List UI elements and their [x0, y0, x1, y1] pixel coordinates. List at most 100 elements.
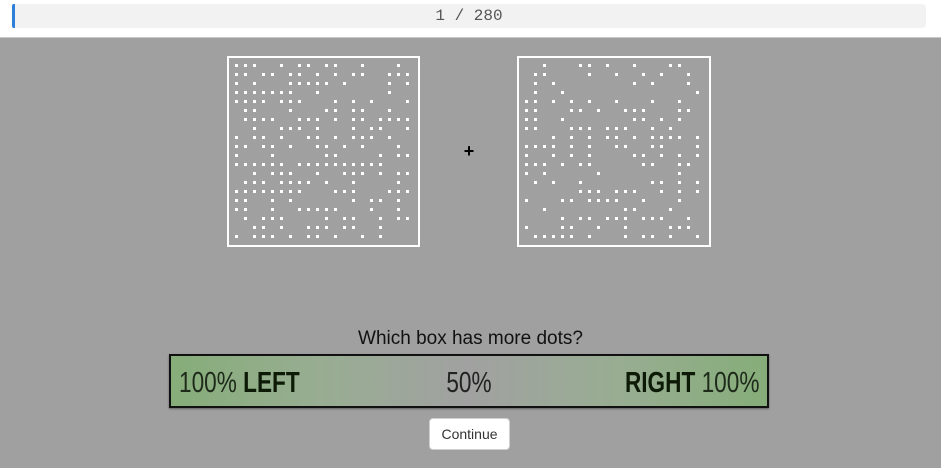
left-box-dot: [406, 154, 409, 157]
left-box-dot: [262, 226, 265, 229]
left-box-dot: [262, 217, 265, 220]
left-box-dot: [406, 118, 409, 121]
left-box-dot: [289, 109, 292, 112]
left-box-dot: [334, 154, 337, 157]
left-box-dot: [334, 64, 337, 67]
right-box-dot: [543, 145, 546, 148]
continue-button[interactable]: Continue: [429, 418, 510, 450]
left-box-dot: [370, 163, 373, 166]
left-box-dot: [361, 118, 364, 121]
right-box-dot: [552, 82, 555, 85]
left-box-dot: [397, 217, 400, 220]
left-box-dot: [289, 199, 292, 202]
right-box-dot: [669, 127, 672, 130]
left-box-dot: [352, 109, 355, 112]
left-box-dot: [271, 199, 274, 202]
right-box-dot: [624, 109, 627, 112]
left-box-dot: [307, 163, 310, 166]
right-box-dot: [660, 145, 663, 148]
left-box-dot: [406, 73, 409, 76]
right-box-dot: [543, 208, 546, 211]
right-box-dot: [561, 91, 564, 94]
right-box-dot: [678, 199, 681, 202]
right-box-dot: [597, 109, 600, 112]
left-box-dot: [334, 235, 337, 238]
right-box-dot: [570, 145, 573, 148]
right-box-dot: [525, 199, 528, 202]
right-box-dot: [624, 127, 627, 130]
left-box-dot: [289, 190, 292, 193]
left-box-dot: [271, 235, 274, 238]
left-box-dot: [280, 172, 283, 175]
right-box-dot: [687, 163, 690, 166]
right-box-dot: [615, 136, 618, 139]
left-box-dot: [271, 163, 274, 166]
left-box-dot: [307, 226, 310, 229]
right-box-dot: [669, 226, 672, 229]
left-box-dot: [253, 226, 256, 229]
left-box-dot: [388, 190, 391, 193]
left-box-dot: [298, 100, 301, 103]
left-box-dot: [316, 82, 319, 85]
right-box-dot: [696, 91, 699, 94]
left-box-dot: [280, 163, 283, 166]
right-box-dot: [687, 73, 690, 76]
left-box-dot: [244, 163, 247, 166]
right-box-dot: [615, 199, 618, 202]
left-box-dot: [379, 172, 382, 175]
right-box-dot: [615, 100, 618, 103]
right-box-dot: [561, 226, 564, 229]
left-box-dot: [253, 190, 256, 193]
right-box-dot: [660, 73, 663, 76]
left-box-dot: [379, 163, 382, 166]
right-box-dot: [534, 109, 537, 112]
left-box-dot: [379, 118, 382, 121]
right-box-dot: [633, 118, 636, 121]
right-box-dot: [633, 64, 636, 67]
right-box-dot: [570, 100, 573, 103]
left-box-dot: [379, 199, 382, 202]
left-box-dot: [280, 64, 283, 67]
right-dot-field: [525, 64, 699, 238]
left-box-dot: [280, 217, 283, 220]
right-box-dot: [624, 145, 627, 148]
left-box-dot: [280, 136, 283, 139]
right-box-dot: [534, 235, 537, 238]
right-box-dot: [525, 118, 528, 121]
left-box-dot: [235, 199, 238, 202]
left-box-dot: [271, 172, 274, 175]
left-box-dot: [289, 172, 292, 175]
left-box-dot: [352, 172, 355, 175]
right-box-dot: [633, 136, 636, 139]
right-box-dot: [552, 136, 555, 139]
right-box-dot: [606, 136, 609, 139]
right-box-dot: [678, 226, 681, 229]
confidence-slider[interactable]: 100% LEFT 50% RIGHT 100%: [169, 354, 769, 408]
left-box-dot: [271, 217, 274, 220]
left-box-dot: [379, 154, 382, 157]
left-box-dot: [325, 109, 328, 112]
left-box-dot: [325, 163, 328, 166]
right-box-dot: [633, 82, 636, 85]
left-box-dot: [352, 226, 355, 229]
right-box-dot: [696, 190, 699, 193]
right-box-dot: [651, 217, 654, 220]
right-box-dot: [606, 199, 609, 202]
left-box-dot: [388, 82, 391, 85]
left-box-dot: [325, 181, 328, 184]
left-box-dot: [262, 235, 265, 238]
right-box-dot: [534, 91, 537, 94]
left-box-dot: [298, 118, 301, 121]
left-dot-box: [227, 56, 420, 247]
right-box-dot: [579, 64, 582, 67]
left-box-dot: [334, 208, 337, 211]
right-box-dot: [660, 217, 663, 220]
right-box-dot: [687, 82, 690, 85]
left-box-dot: [406, 217, 409, 220]
right-box-dot: [561, 217, 564, 220]
left-box-dot: [253, 109, 256, 112]
right-box-dot: [660, 118, 663, 121]
left-box-dot: [343, 145, 346, 148]
right-box-dot: [678, 163, 681, 166]
left-box-dot: [316, 136, 319, 139]
